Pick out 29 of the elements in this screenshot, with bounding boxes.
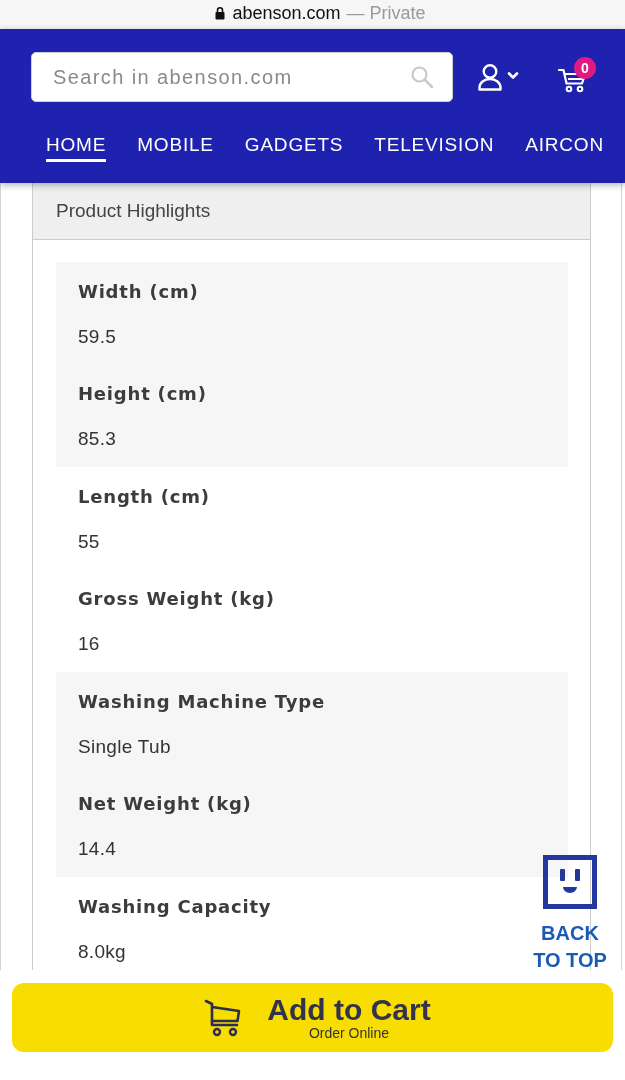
spec-value: 85.3 [78,427,118,451]
lock-icon [215,5,226,20]
add-to-cart-button[interactable]: Add to Cart Order Online [12,983,613,1052]
account-icon[interactable] [478,63,519,91]
spec-value: Single Tub [78,735,172,759]
spec-label: Washing Capacity [78,895,273,919]
spec-value: 16 [78,632,101,656]
cart-icon [204,997,243,1038]
private-label: — Private [346,2,426,23]
nav-link[interactable]: TELEVISION [374,133,495,162]
nav-link[interactable]: AIRCON [525,133,604,162]
panel-title: Product Highlights [33,183,590,240]
spec-label: Washing Machine Type [78,690,326,714]
cart-count-badge: 0 [574,57,596,79]
spec-label: Length (cm) [78,485,211,509]
spec-label: Gross Weight (kg) [78,587,276,611]
spec-value: 14.4 [78,837,118,861]
spec-label: Net Weight (kg) [78,792,253,816]
url-text[interactable]: abenson.com [232,2,341,23]
back-to-top-link[interactable]: BACK TO TOP [531,855,609,970]
nav-link[interactable]: HOME [46,133,107,162]
spec-label: Height (cm) [78,382,208,406]
search-field[interactable]: Search in abenson.com [31,52,453,102]
spec-value: 59.5 [78,325,118,349]
spec-label: Width (cm) [78,280,200,304]
nav-link[interactable]: GADGETS [244,133,344,162]
nav-link[interactable]: MOBILE [137,133,214,162]
outlet-face-icon [543,855,597,909]
spec-value: 55 [78,530,101,554]
